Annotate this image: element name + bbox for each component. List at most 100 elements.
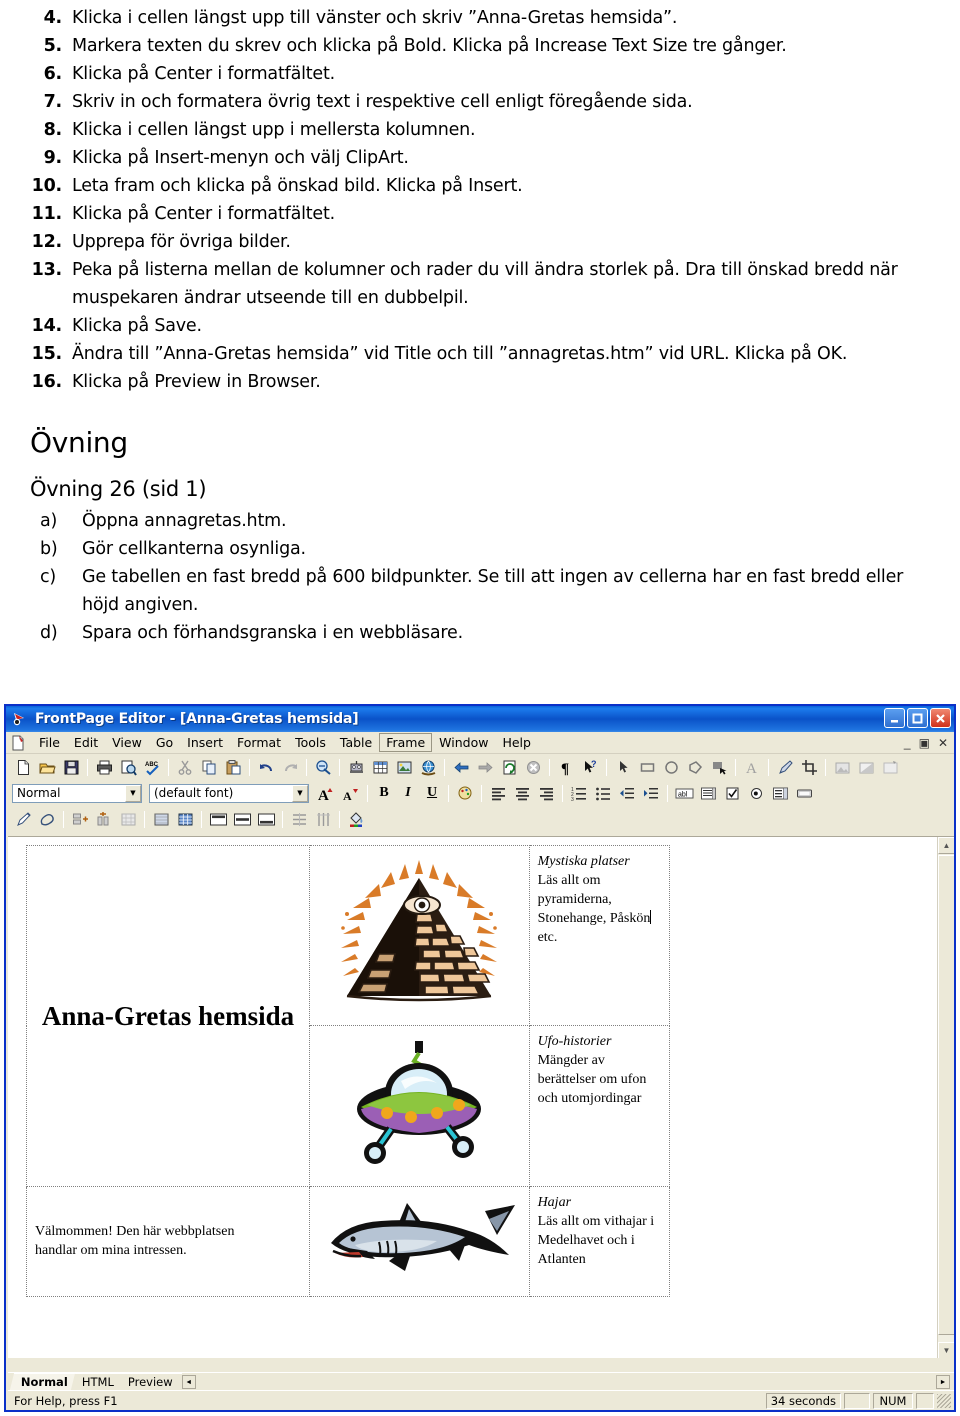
decrease-text-size-icon[interactable]: A [340,783,362,804]
chevron-down-icon[interactable]: ▼ [125,784,141,802]
vertical-scrollbar[interactable]: ▲ ▼ [937,837,954,1358]
print-icon[interactable] [93,757,115,778]
save-icon[interactable] [60,757,82,778]
select-arrow-icon[interactable] [612,757,634,778]
radio-button-icon[interactable] [745,783,767,804]
cell-mystic-text[interactable]: Mystiska platser Läs allt om pyramiderna… [528,844,671,1027]
open-icon[interactable] [36,757,58,778]
push-button-icon[interactable] [793,783,815,804]
menu-item-help[interactable]: Help [495,733,538,752]
align-center-icon[interactable] [511,783,533,804]
numbered-list-icon[interactable]: 123 [568,783,590,804]
title-bar[interactable]: FrontPage Editor - [Anna-Gretas hemsida] [6,706,954,732]
new-page-icon[interactable] [12,757,34,778]
image-restore-icon[interactable] [879,757,901,778]
check-box-icon[interactable] [721,783,743,804]
mdi-restore-button[interactable]: ▣ [919,736,930,750]
align-bottom-icon[interactable] [255,809,277,830]
menu-item-window[interactable]: Window [432,733,495,752]
distribute-rows-evenly-icon[interactable] [288,809,310,830]
bold-icon[interactable]: B [373,783,395,804]
cell-pyramid-image[interactable] [308,844,530,1027]
undo-icon[interactable] [255,757,277,778]
align-left-icon[interactable] [487,783,509,804]
close-button[interactable] [930,708,951,728]
view-tab-html[interactable]: HTML [70,1373,124,1390]
cell-welcome-text[interactable]: Välmommen! Den här webbplatsen handlar o… [26,1185,310,1298]
highlight-hotspots-icon[interactable] [708,757,730,778]
tab-scroll-left-button[interactable]: ◄ [181,1375,196,1389]
image-transparent-icon[interactable] [831,757,853,778]
hyperlink-icon[interactable] [312,757,334,778]
menu-item-table[interactable]: Table [333,733,379,752]
view-tab-preview[interactable]: Preview [116,1373,182,1390]
menu-item-insert[interactable]: Insert [180,733,230,752]
drop-down-menu-icon[interactable] [769,783,791,804]
minimize-button[interactable] [884,708,905,728]
resize-grip[interactable] [937,1393,951,1408]
menu-item-view[interactable]: View [105,733,149,752]
align-top-icon[interactable] [207,809,229,830]
forward-icon[interactable] [474,757,496,778]
rectangle-hotspot-icon[interactable] [636,757,658,778]
editor-canvas[interactable]: Anna-Gretas hemsida Mystiska platser Läs… [8,836,954,1358]
italic-icon[interactable]: I [397,783,419,804]
cell-site-title[interactable]: Anna-Gretas hemsida [26,845,310,1187]
webbot-icon[interactable] [345,757,367,778]
draw-table-icon[interactable] [12,809,34,830]
menu-item-go[interactable]: Go [149,733,180,752]
delete-cells-icon[interactable] [117,809,139,830]
cell-shark-text[interactable]: Hajar Läs allt om vithajar i Medelhavet … [528,1185,671,1298]
show-paragraph-marks-icon[interactable]: ¶ [555,757,577,778]
menu-item-edit[interactable]: Edit [67,733,105,752]
page-surface[interactable]: Anna-Gretas hemsida Mystiska platser Läs… [8,837,936,1358]
menu-item-tools[interactable]: Tools [288,733,333,752]
cut-icon[interactable] [174,757,196,778]
view-tab-normal[interactable]: Normal [9,1373,78,1390]
tab-scroll-right-button[interactable]: ► [936,1375,950,1389]
web-page-table[interactable]: Anna-Gretas hemsida Mystiska platser Läs… [26,844,671,1298]
cell-ufo-text[interactable]: Ufo-historier Mängder av berättelser om … [528,1025,671,1187]
circle-hotspot-icon[interactable] [660,757,682,778]
refresh-icon[interactable] [498,757,520,778]
menu-item-format[interactable]: Format [230,733,288,752]
redo-icon[interactable] [279,757,301,778]
insert-table-icon[interactable] [369,757,391,778]
insert-columns-icon[interactable] [93,809,115,830]
mdi-close-button[interactable]: ✕ [938,736,948,750]
stop-icon[interactable] [522,757,544,778]
cell-shark-image[interactable] [308,1185,530,1298]
scrollbar-thumb[interactable] [938,855,954,1335]
maximize-button[interactable] [907,708,928,728]
bulleted-list-icon[interactable] [592,783,614,804]
copy-icon[interactable] [198,757,220,778]
eraser-icon[interactable] [36,809,58,830]
distribute-columns-evenly-icon[interactable] [312,809,334,830]
one-line-text-box-icon[interactable]: abl [673,783,695,804]
increase-text-size-icon[interactable]: A [316,783,338,804]
insert-rows-icon[interactable] [69,809,91,830]
mdi-minimize-button[interactable]: _ [904,736,911,750]
insert-image-icon[interactable] [393,757,415,778]
font-name-combo[interactable]: (default font) ▼ [149,783,309,803]
chevron-down-icon[interactable]: ▼ [292,784,308,802]
document-icon[interactable] [10,735,26,751]
back-icon[interactable] [450,757,472,778]
split-cells-icon[interactable] [174,809,196,830]
center-vertically-icon[interactable] [231,809,253,830]
pencil-icon[interactable] [774,757,796,778]
underline-icon[interactable]: U [421,783,443,804]
paragraph-style-combo[interactable]: Normal ▼ [12,783,142,803]
increase-indent-icon[interactable] [640,783,662,804]
help-pointer-icon[interactable]: ? [579,757,601,778]
text-icon[interactable]: A [741,757,763,778]
spelling-icon[interactable]: ABC [141,757,163,778]
print-preview-icon[interactable] [117,757,139,778]
decrease-indent-icon[interactable] [616,783,638,804]
scrolling-text-box-icon[interactable] [697,783,719,804]
crop-icon[interactable] [798,757,820,778]
align-right-icon[interactable] [535,783,557,804]
fill-color-icon[interactable] [345,809,367,830]
merge-cells-icon[interactable] [150,809,172,830]
cell-ufo-image[interactable] [308,1025,530,1187]
